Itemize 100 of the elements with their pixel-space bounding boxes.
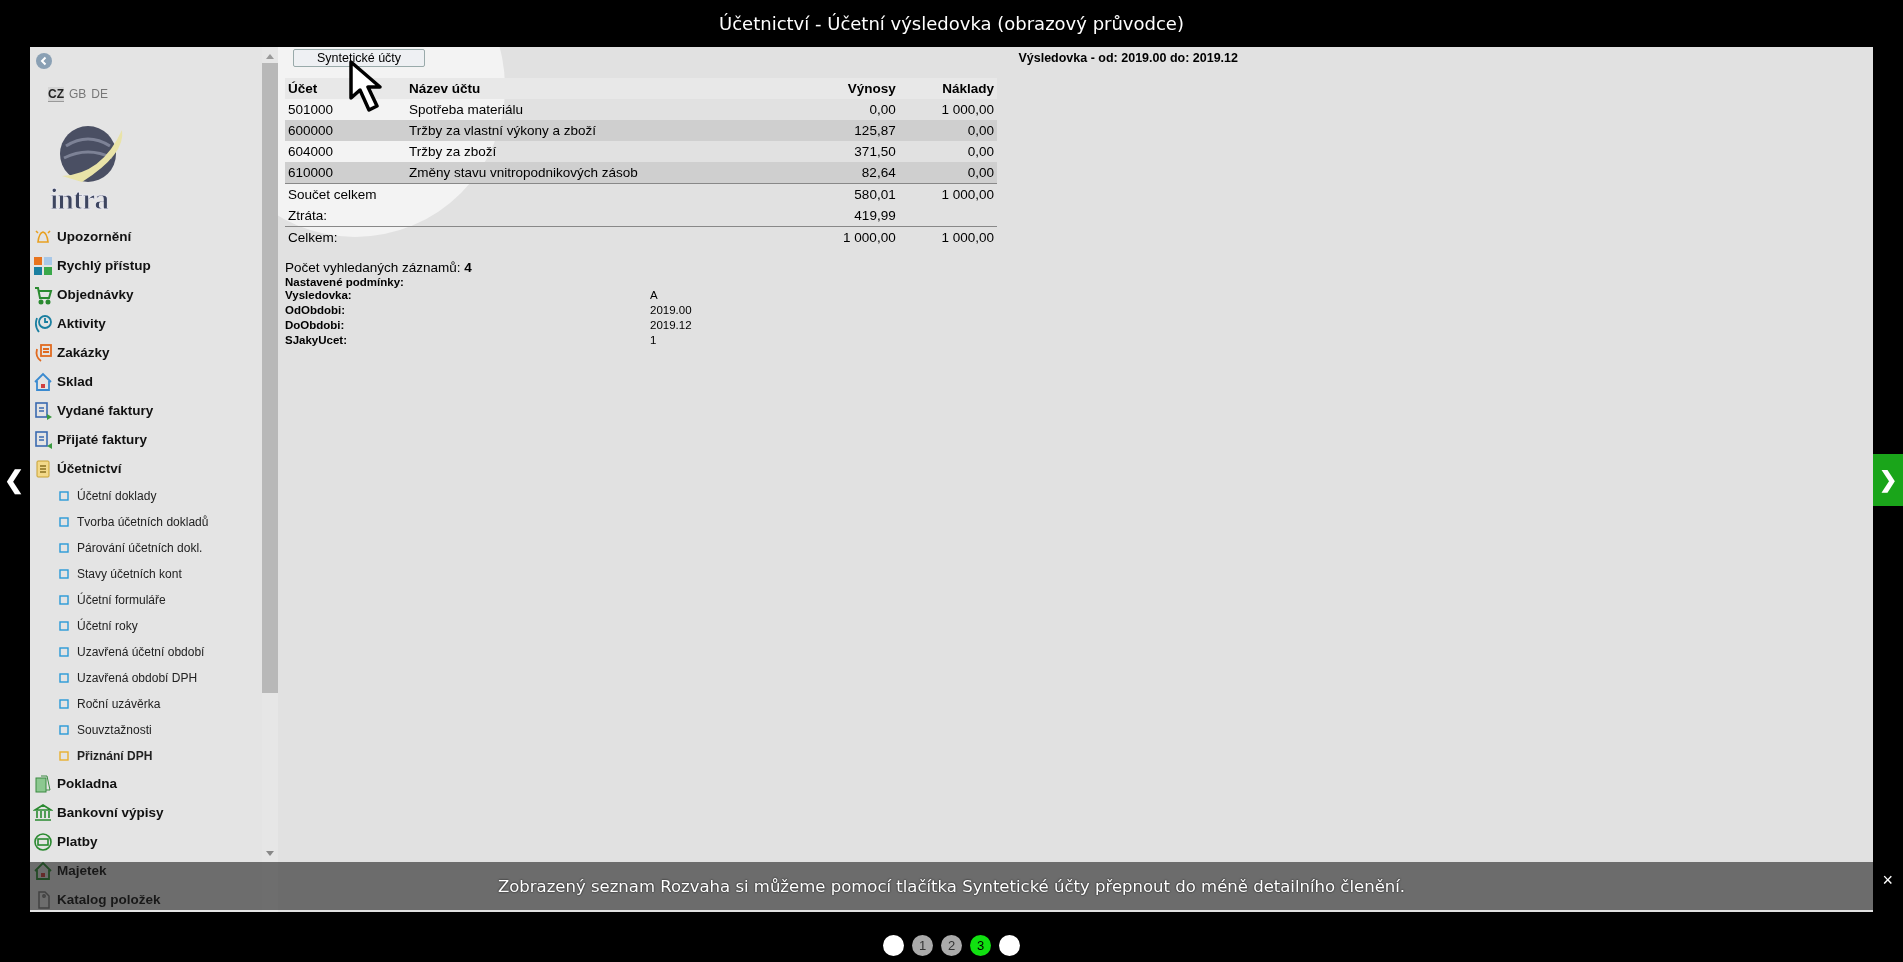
report-title: Výsledovka - od: 2019.00 do: 2019.12 bbox=[1018, 51, 1238, 65]
menu-item[interactable]: Účetnictví bbox=[30, 454, 262, 483]
total-label: Celkem: bbox=[288, 230, 338, 245]
table-cell: 0,00 bbox=[898, 162, 997, 184]
square-icon bbox=[59, 699, 69, 709]
window-title: Účetnictví - Účetní výsledovka (obrazový průvodce) bbox=[719, 13, 1184, 34]
table-cell: Změny stavu vnitropodnikových zásob bbox=[406, 162, 801, 184]
submenu-item[interactable]: Účetní roky bbox=[30, 613, 262, 639]
submenu-item[interactable]: Tvorba účetních dokladů bbox=[30, 509, 262, 535]
submenu-item[interactable]: Přiznání DPH bbox=[30, 743, 262, 769]
close-button[interactable]: × bbox=[1880, 870, 1895, 891]
page-dot[interactable]: 3 bbox=[970, 935, 991, 956]
total-value: 580,01 bbox=[854, 187, 896, 202]
table-cell: 0,00 bbox=[800, 99, 899, 120]
conditions-title: Nastavené podmínky: bbox=[285, 276, 405, 288]
condition-name: OdObdobi: bbox=[285, 303, 347, 318]
menu-item[interactable]: Upozornění bbox=[30, 222, 262, 251]
menu-item[interactable]: Pokladna bbox=[30, 769, 262, 798]
total-value: 1 000,00 bbox=[941, 187, 994, 202]
table-cell: 604000 bbox=[285, 141, 406, 162]
condition-value: 2019.00 bbox=[650, 303, 692, 318]
total-value: 1 000,00 bbox=[843, 230, 896, 245]
clock-icon bbox=[33, 313, 53, 334]
square-icon bbox=[59, 673, 69, 683]
column-header: Výnosy bbox=[800, 78, 899, 99]
submenu-item[interactable]: Roční uzávěrka bbox=[30, 691, 262, 717]
page-dot[interactable] bbox=[883, 935, 904, 956]
scroll-down-icon[interactable] bbox=[266, 851, 274, 856]
condition-name: Vysledovka: bbox=[285, 288, 353, 303]
table-cell: 1 000,00 bbox=[898, 99, 997, 120]
cycle-icon bbox=[33, 831, 53, 852]
bank-icon bbox=[33, 802, 53, 823]
table-cell: 501000 bbox=[285, 99, 406, 120]
table-cell: Spotřeba materiálu bbox=[406, 99, 801, 120]
menu-item[interactable]: Sklad bbox=[30, 367, 262, 396]
total-value: 1 000,00 bbox=[941, 230, 994, 245]
ledger-icon bbox=[33, 458, 53, 479]
menu-item[interactable]: Rychlý přístup bbox=[30, 251, 262, 280]
scrollbar[interactable] bbox=[262, 47, 278, 912]
page-dot[interactable]: 1 bbox=[912, 935, 933, 956]
cart-icon bbox=[33, 284, 53, 305]
scroll-thumb[interactable] bbox=[262, 63, 278, 693]
square-icon bbox=[59, 595, 69, 605]
cash-icon bbox=[33, 773, 53, 794]
menu-item[interactable]: Vydané faktury bbox=[30, 396, 262, 425]
house-icon bbox=[33, 860, 53, 881]
submenu-item[interactable]: Párování účetních dokl. bbox=[30, 535, 262, 561]
total-value: 419,99 bbox=[854, 208, 896, 223]
document-icon bbox=[33, 400, 53, 421]
table-cell: 0,00 bbox=[898, 120, 997, 141]
table-cell: 371,50 bbox=[800, 141, 899, 162]
submenu-item[interactable]: Účetní formuláře bbox=[30, 587, 262, 613]
square-icon bbox=[59, 647, 69, 657]
language-link[interactable]: GB bbox=[69, 87, 87, 102]
condition-name: DoObdobi: bbox=[285, 318, 346, 333]
phone-icon bbox=[33, 342, 53, 363]
total-label: Ztráta: bbox=[288, 208, 327, 223]
menu-item[interactable]: Aktivity bbox=[30, 309, 262, 338]
total-label: Součet celkem bbox=[288, 187, 377, 202]
submenu-item[interactable]: Souvztažnosti bbox=[30, 717, 262, 743]
submenu-item[interactable]: Uzavřená období DPH bbox=[30, 665, 262, 691]
tiles-icon bbox=[33, 255, 53, 276]
previous-button[interactable]: ❮ bbox=[0, 465, 24, 494]
square-icon bbox=[59, 517, 69, 527]
document-icon bbox=[33, 429, 53, 450]
menu-item[interactable]: Bankovní výpisy bbox=[30, 798, 262, 827]
house-icon bbox=[33, 371, 53, 392]
table-cell: Tržby za vlastní výkony a zboží bbox=[406, 120, 801, 141]
column-header: Náklady bbox=[898, 78, 997, 99]
back-icon[interactable] bbox=[36, 53, 52, 69]
square-icon bbox=[59, 569, 69, 579]
submenu-item[interactable]: Účetní doklady bbox=[30, 483, 262, 509]
synthetic-accounts-button[interactable]: Syntetické účty bbox=[293, 49, 426, 67]
scroll-up-icon[interactable] bbox=[266, 54, 274, 59]
table-cell: 82,64 bbox=[800, 162, 899, 184]
table-cell: 125,87 bbox=[800, 120, 899, 141]
column-header: Název účtu bbox=[406, 78, 801, 99]
caption-text: Zobrazený seznam Rozvaha si můžeme pomocí tlačítka Syntetické účty přepnout do méně detailního členění. bbox=[497, 876, 1406, 896]
record-count: Počet vyhledaných záznamů: 4 bbox=[285, 260, 473, 275]
table-cell: Tržby za zboží bbox=[406, 141, 801, 162]
condition-value: A bbox=[650, 288, 658, 303]
logo: intra bbox=[48, 124, 128, 214]
language-link[interactable]: DE bbox=[91, 87, 108, 102]
menu-item[interactable]: Zakázky bbox=[30, 338, 262, 367]
submenu-item[interactable]: Stavy účetních kont bbox=[30, 561, 262, 587]
menu-item[interactable]: Přijaté faktury bbox=[30, 425, 262, 454]
language-link[interactable]: CZ bbox=[48, 87, 64, 102]
square-icon bbox=[59, 491, 69, 501]
condition-value: 1 bbox=[650, 333, 657, 348]
submenu-item[interactable]: Uzavřená účetní období bbox=[30, 639, 262, 665]
menu-item[interactable]: Objednávky bbox=[30, 280, 262, 309]
menu-item[interactable]: Platby bbox=[30, 827, 262, 856]
table-cell: 0,00 bbox=[898, 141, 997, 162]
table-cell: 610000 bbox=[285, 162, 406, 184]
page-dot[interactable]: 2 bbox=[941, 935, 962, 956]
square-icon bbox=[59, 543, 69, 553]
condition-value: 2019.12 bbox=[650, 318, 692, 333]
page-dot[interactable] bbox=[999, 935, 1020, 956]
condition-name: SJakyUcet: bbox=[285, 333, 348, 348]
folder-icon bbox=[59, 751, 69, 761]
